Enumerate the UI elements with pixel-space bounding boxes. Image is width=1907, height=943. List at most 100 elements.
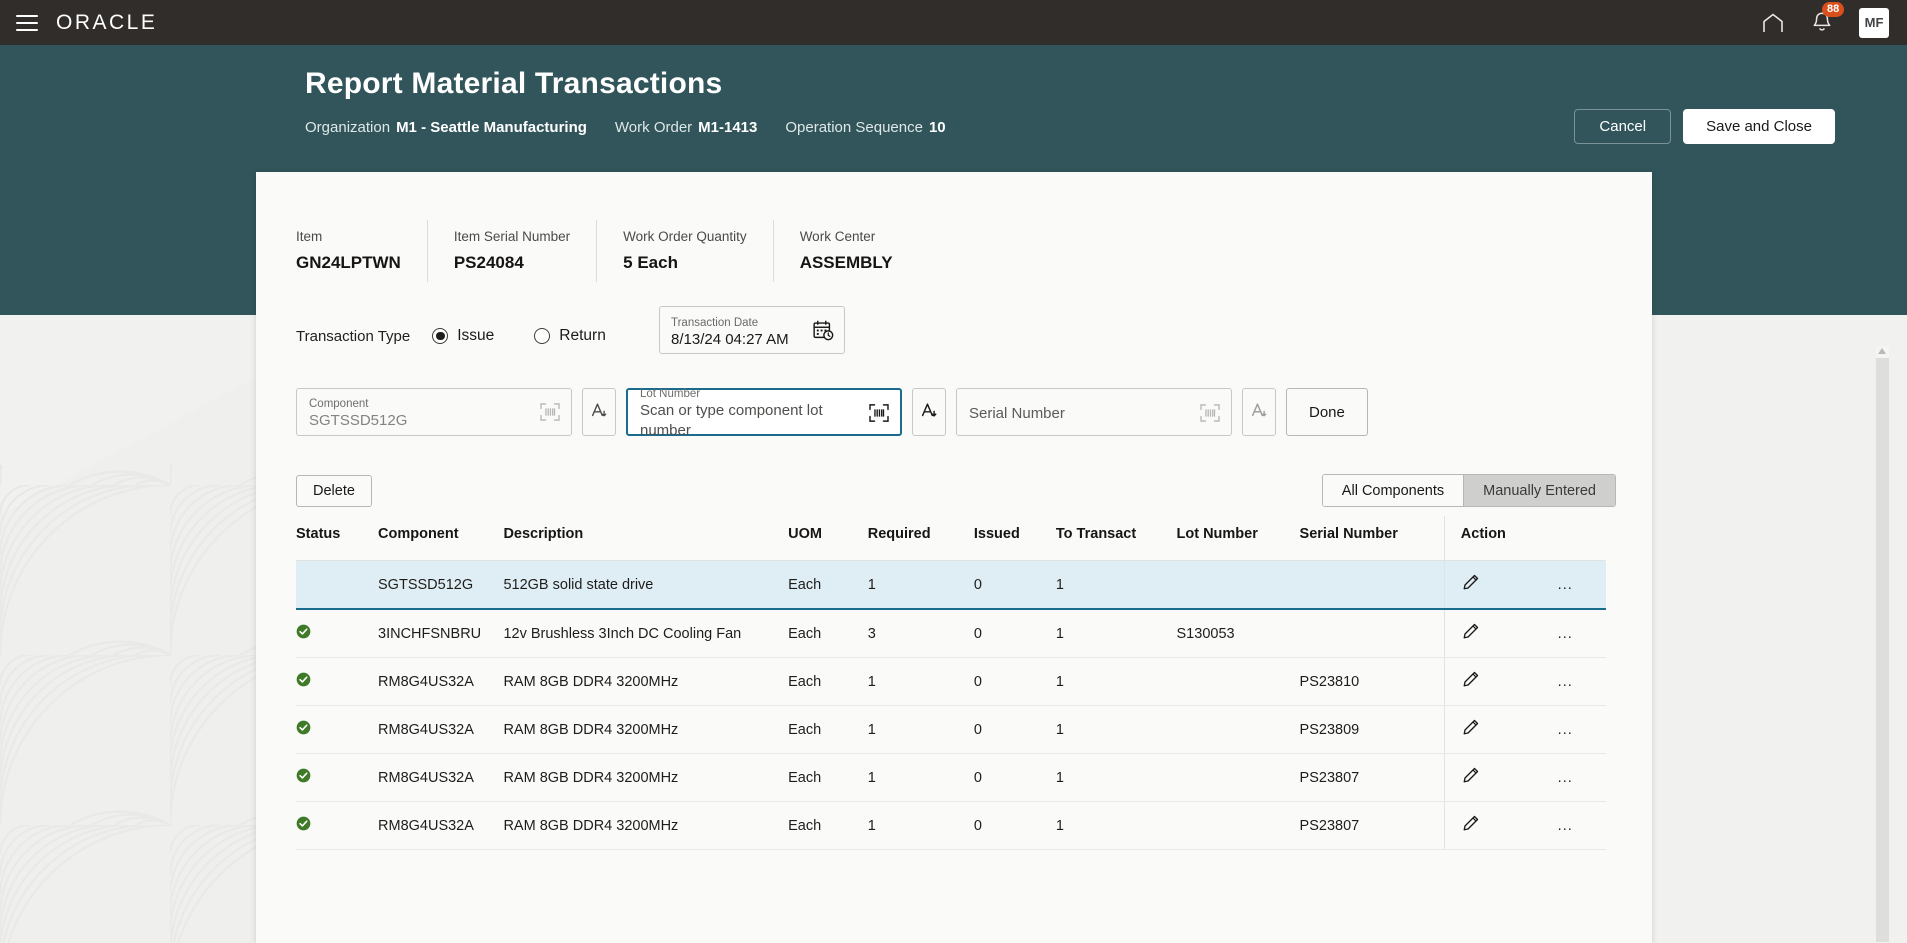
column-header-required[interactable]: Required [867, 516, 974, 561]
cell-uom: Each [788, 753, 868, 802]
serial-number-input[interactable]: Serial Number [956, 388, 1232, 436]
breadcrumb-value-work-order: M1-1413 [698, 119, 758, 136]
hamburger-icon[interactable] [16, 14, 38, 31]
pencil-icon[interactable] [1461, 574, 1480, 596]
column-header-description[interactable]: Description [503, 516, 789, 561]
cell-action-edit[interactable] [1443, 705, 1558, 754]
cell-action-edit[interactable] [1443, 560, 1558, 610]
cell-status [296, 801, 379, 850]
lot-number-text-entry-button[interactable] [912, 388, 946, 436]
cell-to-transact: 1 [1055, 560, 1177, 610]
column-header-to-transact[interactable]: To Transact [1055, 516, 1177, 561]
serial-number-text-entry-button[interactable] [1242, 388, 1276, 436]
cell-serial-number [1299, 560, 1445, 610]
radio-issue-indicator[interactable] [432, 328, 449, 344]
table-toolbar: Delete All Components Manually Entered [296, 474, 1616, 507]
item-summary: Item GN24LPTWN Item Serial Number PS2408… [256, 220, 1652, 282]
transaction-type-label: Transaction Type [296, 327, 411, 345]
radio-return[interactable]: Return [534, 327, 606, 345]
transaction-date-label: Transaction Date [671, 316, 759, 329]
pencil-icon[interactable] [1461, 767, 1480, 789]
done-button[interactable]: Done [1286, 388, 1368, 436]
pencil-icon[interactable] [1461, 719, 1480, 741]
cell-required: 1 [867, 801, 974, 850]
header-actions: Cancel Save and Close [1574, 109, 1835, 144]
bell-icon[interactable]: 88 [1811, 2, 1845, 34]
cell-description: 512GB solid state drive [503, 560, 789, 610]
cancel-button[interactable]: Cancel [1574, 109, 1672, 144]
summary-work-center: Work Center ASSEMBLY [772, 220, 919, 282]
oracle-logo: ORACLE [56, 10, 158, 34]
home-icon[interactable] [1761, 12, 1785, 34]
table-row[interactable]: SGTSSD512G 512GB solid state drive Each 1 0 1… [296, 560, 1606, 610]
table-row[interactable]: RM8G4US32A RAM 8GB DDR4 3200MHz Each 1 0 1 PS2… [296, 753, 1606, 802]
radio-issue[interactable]: Issue [432, 327, 494, 345]
breadcrumb-value-operation-sequence: 10 [928, 119, 946, 136]
scrollbar-track[interactable] [1876, 358, 1889, 942]
cell-description: RAM 8GB DDR4 3200MHz [503, 753, 789, 802]
cell-action-edit[interactable] [1443, 753, 1558, 802]
cell-overflow[interactable]: ... [1557, 801, 1606, 850]
cell-to-transact: 1 [1055, 657, 1177, 706]
cell-lot-number [1176, 560, 1300, 610]
cell-action-edit[interactable] [1443, 801, 1558, 850]
barcode-scan-icon[interactable] [869, 404, 889, 427]
component-input[interactable]: Component SGTSSD512G [296, 388, 572, 436]
cell-to-transact: 1 [1055, 801, 1177, 850]
summary-work-order-quantity-label: Work Order Quantity [623, 229, 747, 244]
column-header-serial-number[interactable]: Serial Number [1299, 516, 1445, 561]
radio-return-indicator[interactable] [534, 328, 551, 344]
summary-item: Item GN24LPTWN [296, 220, 427, 282]
column-header-status[interactable]: Status [296, 516, 379, 561]
summary-item-serial-number-value: PS24084 [453, 253, 524, 272]
save-and-close-button[interactable]: Save and Close [1683, 109, 1835, 144]
cell-action-edit[interactable] [1443, 609, 1558, 658]
pencil-icon[interactable] [1461, 671, 1480, 693]
table-row[interactable]: 3INCHFSNBRU 12v Brushless 3Inch DC Coolin… [296, 609, 1606, 658]
column-header-uom[interactable]: UOM [788, 516, 868, 561]
column-header-overflow [1557, 516, 1606, 561]
table-row[interactable]: RM8G4US32A RAM 8GB DDR4 3200MHz Each 1 0 1 PS2… [296, 801, 1606, 850]
radio-return-label: Return [559, 327, 606, 344]
avatar[interactable]: MF [1859, 7, 1889, 38]
column-header-lot-number[interactable]: Lot Number [1176, 516, 1300, 561]
cell-action-edit[interactable] [1443, 657, 1558, 706]
cell-overflow[interactable]: ... [1557, 657, 1606, 706]
cell-overflow[interactable]: ... [1557, 560, 1606, 610]
lot-number-input[interactable]: Lot Number Scan or type component lot nu… [626, 388, 902, 439]
lot-number-input-placeholder: Scan or type component lot number [640, 402, 823, 439]
segment-all-components[interactable]: All Components [1322, 475, 1464, 506]
cell-status [296, 705, 379, 754]
cell-serial-number: PS23810 [1299, 657, 1445, 706]
pencil-icon[interactable] [1461, 623, 1480, 645]
cell-issued: 0 [973, 609, 1056, 658]
component-text-entry-button[interactable] [582, 388, 616, 436]
cell-required: 1 [867, 705, 974, 754]
table-row[interactable]: RM8G4US32A RAM 8GB DDR4 3200MHz Each 1 0 1 PS2… [296, 657, 1606, 706]
cell-lot-number: S130053 [1176, 609, 1300, 658]
transaction-date-field[interactable]: Transaction Date 8/13/24 04:27 AM [659, 306, 845, 354]
scroll-up-arrow[interactable] [1878, 348, 1886, 354]
segment-manually-entered[interactable]: Manually Entered [1463, 475, 1615, 506]
cell-overflow[interactable]: ... [1557, 609, 1606, 658]
column-header-issued[interactable]: Issued [973, 516, 1056, 561]
cell-overflow[interactable]: ... [1557, 753, 1606, 802]
cell-required: 1 [867, 657, 974, 706]
calendar-clock-icon[interactable] [813, 320, 834, 346]
status-complete-icon [296, 624, 311, 643]
global-nav-actions: 88 MF [1761, 2, 1889, 38]
cell-overflow[interactable]: ... [1557, 705, 1606, 754]
column-header-component[interactable]: Component [378, 516, 504, 561]
vertical-scrollbar[interactable] [1876, 346, 1889, 942]
cell-to-transact: 1 [1055, 705, 1177, 754]
notification-badge: 88 [1822, 2, 1845, 17]
pencil-icon[interactable] [1461, 815, 1480, 837]
components-table: Status Component Description UOM Require… [296, 516, 1606, 850]
cell-issued: 0 [973, 560, 1056, 610]
barcode-scan-icon[interactable] [540, 403, 560, 426]
cell-uom: Each [788, 609, 868, 658]
table-row[interactable]: RM8G4US32A RAM 8GB DDR4 3200MHz Each 1 0 1 PS2… [296, 705, 1606, 754]
delete-button[interactable]: Delete [296, 474, 372, 507]
column-header-action[interactable]: Action [1443, 516, 1558, 561]
barcode-scan-icon[interactable] [1200, 404, 1220, 427]
